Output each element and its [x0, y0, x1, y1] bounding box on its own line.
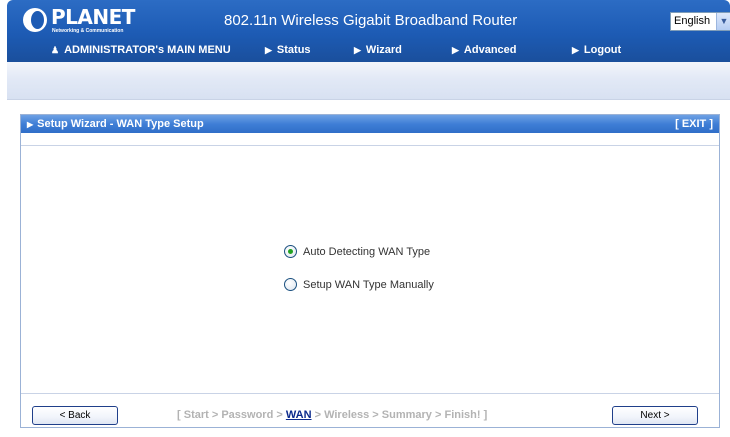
menu-item-label: Logout — [583, 44, 622, 56]
arrow-right-icon: ▶ — [572, 45, 579, 55]
logo-emblem-icon — [23, 8, 47, 32]
sub-header-band — [7, 62, 730, 100]
panel-title-bar: ▶ Setup Wizard - WAN Type Setup [ EXIT ] — [21, 115, 719, 133]
breadcrumb-open: [ — [177, 409, 184, 421]
step-summary[interactable]: Summary — [382, 409, 432, 421]
next-button[interactable]: Next > — [612, 406, 698, 425]
menu-item-label: ADMINISTRATOR's MAIN MENU — [64, 44, 231, 56]
menu-item-status[interactable]: ▶ Status — [265, 40, 311, 60]
exit-link[interactable]: [ EXIT ] — [675, 115, 713, 133]
radio-manual-setup[interactable] — [284, 278, 297, 291]
step-finish[interactable]: Finish! — [444, 409, 480, 421]
wizard-panel: ▶ Setup Wizard - WAN Type Setup [ EXIT ] … — [20, 114, 720, 428]
step-start[interactable]: Start — [184, 409, 209, 421]
planet-logo: PLANET Networking & Communication — [23, 6, 153, 38]
step-wan-current[interactable]: WAN — [286, 409, 312, 421]
breadcrumb-close: ] — [480, 409, 488, 421]
arrow-right-icon: ▶ — [354, 45, 361, 55]
wizard-breadcrumb: [ Start > Password > WAN > Wireless > Su… — [177, 406, 487, 425]
breadcrumb-separator: > — [431, 409, 445, 421]
option-manual-setup-label: Setup WAN Type Manually — [303, 279, 434, 291]
menu-item-advanced[interactable]: ▶ Advanced — [452, 40, 517, 60]
header-bar: PLANET Networking & Communication 802.11… — [7, 0, 730, 62]
breadcrumb-separator: > — [273, 409, 286, 421]
step-password[interactable]: Password — [221, 409, 273, 421]
menu-item-label: Status — [276, 44, 311, 56]
arrow-right-icon: ▶ — [27, 120, 34, 129]
menu-item-wizard[interactable]: ▶ Wizard — [354, 40, 402, 60]
menu-item-logout[interactable]: ▶ Logout — [572, 40, 621, 60]
divider — [21, 145, 719, 146]
chevron-down-icon[interactable]: ▼ — [716, 13, 730, 30]
breadcrumb-separator: > — [311, 409, 325, 421]
divider — [21, 393, 719, 394]
radio-auto-detect[interactable] — [284, 245, 297, 258]
panel-title: ▶ Setup Wizard - WAN Type Setup — [27, 115, 204, 134]
main-menu: ♟ ADMINISTRATOR's MAIN MENU ▶ Status ▶ Wiza… — [7, 40, 730, 60]
language-select[interactable]: English ▼ — [670, 12, 730, 31]
arrow-right-icon: ▶ — [265, 45, 272, 55]
logo-tagline: Networking & Communication — [52, 28, 124, 34]
language-value: English — [674, 15, 711, 27]
panel-title-text: Setup Wizard - WAN Type Setup — [37, 118, 204, 130]
option-auto-detect-label: Auto Detecting WAN Type — [303, 246, 431, 258]
menu-item-admin-main[interactable]: ♟ ADMINISTRATOR's MAIN MENU — [51, 40, 231, 60]
arrow-right-icon: ▶ — [452, 45, 459, 55]
menu-item-label: Wizard — [365, 44, 402, 56]
logo-name: PLANET — [51, 5, 135, 29]
router-title: 802.11n Wireless Gigabit Broadband Route… — [224, 12, 518, 29]
menu-item-label: Advanced — [463, 44, 517, 56]
user-icon: ♟ — [51, 45, 60, 55]
breadcrumb-separator: > — [208, 409, 222, 421]
breadcrumb-separator: > — [369, 409, 382, 421]
step-wireless[interactable]: Wireless — [324, 409, 369, 421]
back-button[interactable]: < Back — [32, 406, 118, 425]
